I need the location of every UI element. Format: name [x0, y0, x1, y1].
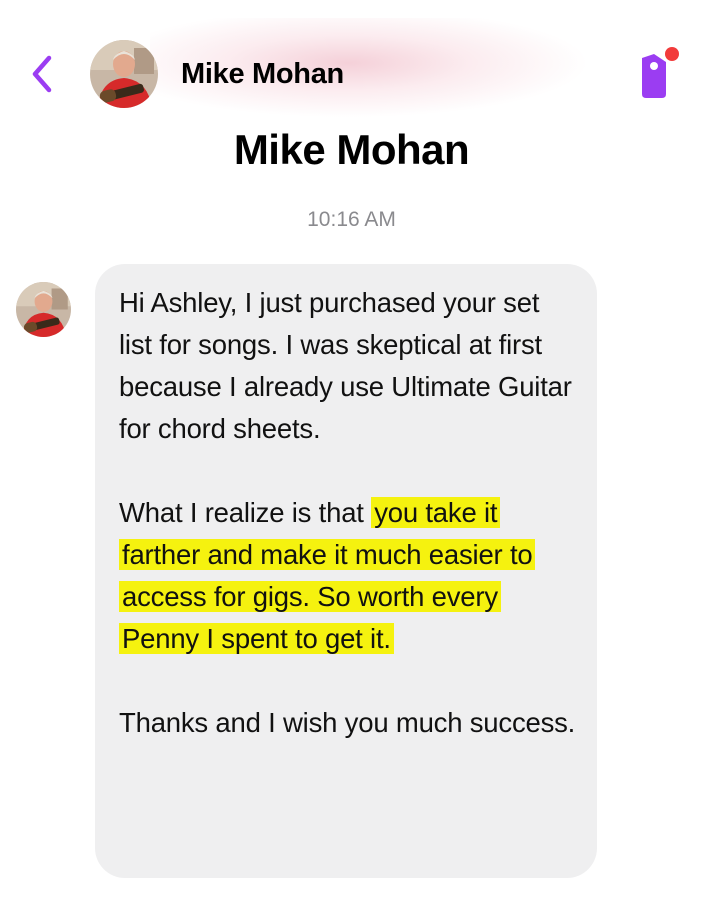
- back-button[interactable]: [22, 52, 62, 96]
- message-paragraph-1: Hi Ashley, I just purchased your set lis…: [119, 287, 572, 444]
- message-paragraph-3: Thanks and I wish you much success.: [119, 707, 576, 738]
- avatar[interactable]: [90, 40, 158, 108]
- chat-screen: Mike Mohan Mike Mohan 10:16 AM Hi Ashley…: [0, 0, 703, 898]
- message-timestamp: 10:16 AM: [307, 208, 396, 231]
- conversation-title: Mike Mohan: [233, 126, 470, 173]
- sender-avatar-image: [16, 282, 71, 337]
- tag-button[interactable]: [632, 44, 684, 100]
- sender-avatar[interactable]: [16, 282, 71, 337]
- avatar-image: [90, 40, 158, 108]
- tag-icon: [642, 47, 679, 98]
- message-paragraph-2-plain: What I realize is that: [119, 497, 364, 528]
- header-contact-name[interactable]: Mike Mohan: [181, 58, 344, 91]
- message-bubble[interactable]: Hi Ashley, I just purchased your set lis…: [95, 264, 597, 878]
- chevron-left-icon: [32, 55, 52, 93]
- message-paragraph-2: What I realize is that you take it farth…: [119, 492, 577, 660]
- notification-dot: [665, 47, 679, 61]
